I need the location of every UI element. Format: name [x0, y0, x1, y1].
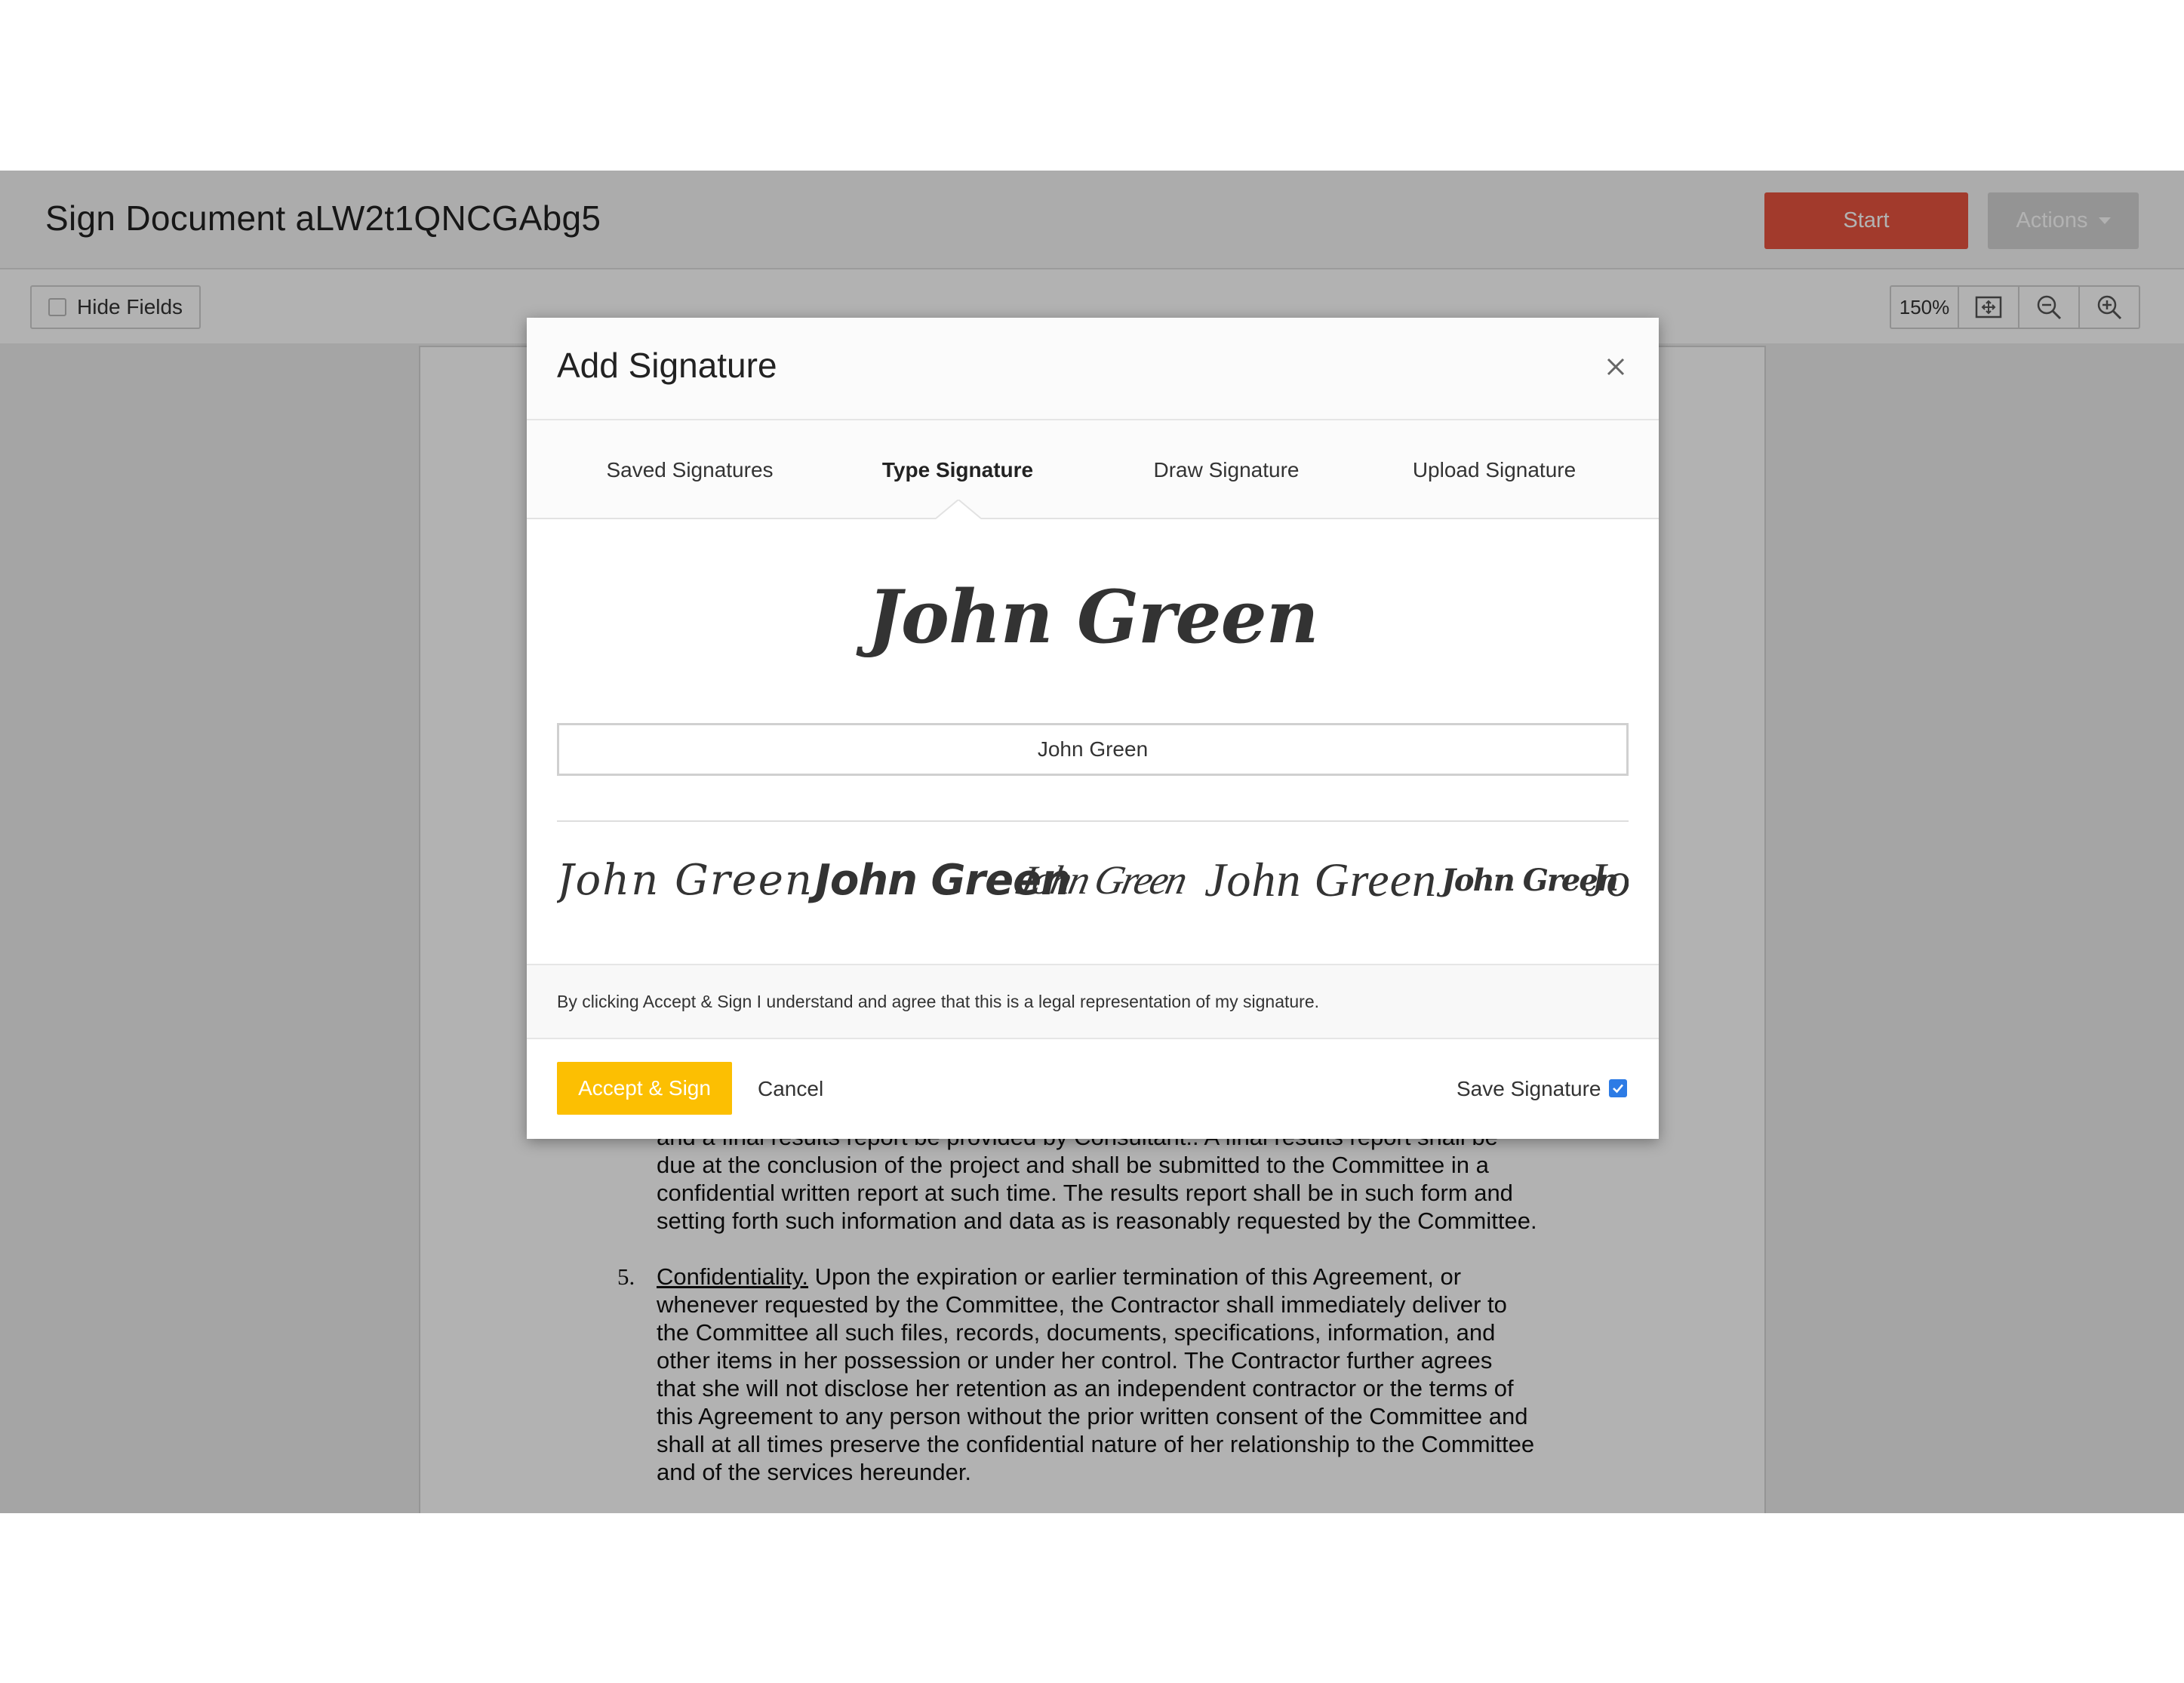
- legal-notice: By clicking Accept & Sign I understand a…: [527, 964, 1659, 1039]
- tab-draw-signature[interactable]: Draw Signature: [1154, 458, 1300, 482]
- signature-style-options: John Green John Green John Green John Gr…: [557, 831, 1629, 929]
- signature-style-option[interactable]: John Green: [1204, 831, 1437, 929]
- signature-style-option[interactable]: John Green: [1585, 831, 1629, 929]
- divider: [557, 820, 1629, 822]
- dialog-title: Add Signature: [557, 346, 777, 385]
- legal-text: By clicking Accept & Sign I understand a…: [557, 992, 1320, 1011]
- accept-sign-button[interactable]: Accept & Sign: [557, 1062, 732, 1115]
- signature-preview: John Green: [867, 574, 1319, 660]
- tab-upload-signature[interactable]: Upload Signature: [1413, 458, 1576, 482]
- close-icon[interactable]: [1604, 355, 1627, 378]
- cancel-button[interactable]: Cancel: [758, 1077, 823, 1101]
- tab-type-signature[interactable]: Type Signature: [882, 458, 1033, 482]
- signature-name-input[interactable]: [557, 723, 1629, 776]
- signature-style-option[interactable]: John Green: [1007, 831, 1195, 929]
- signature-tabs: Saved Signatures Type Signature Draw Sig…: [527, 420, 1659, 519]
- dialog-header: Add Signature: [527, 318, 1659, 420]
- signature-style-option[interactable]: John Green: [557, 831, 814, 929]
- save-signature-checkbox[interactable]: [1609, 1079, 1627, 1097]
- save-signature-label: Save Signature: [1457, 1077, 1601, 1100]
- dialog-footer: Accept & Sign Cancel Save Signature: [527, 1039, 1659, 1139]
- tab-saved-signatures[interactable]: Saved Signatures: [606, 458, 773, 482]
- active-tab-indicator: [936, 500, 981, 519]
- checkmark-icon: [1613, 1084, 1623, 1094]
- add-signature-dialog: Add Signature Saved Signatures Type Sign…: [527, 318, 1659, 1139]
